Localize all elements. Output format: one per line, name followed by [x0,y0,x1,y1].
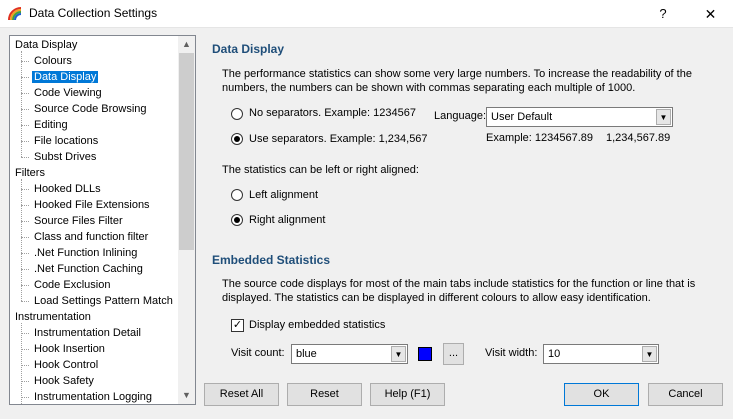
tree-item-label: File locations [34,135,99,147]
tree-group[interactable]: Filters [10,165,47,181]
tree-item-label: Hook Control [34,359,99,371]
visit-width-select[interactable]: 10 ▼ [543,344,659,364]
no-separators-label: No separators. Example: 1234567 [249,107,416,119]
scroll-up-icon[interactable]: ▲ [178,36,195,53]
example-label: Example: 1234567.89 [486,132,594,144]
tree-item-label: Instrumentation Logging [34,391,153,403]
tree-scrollbar[interactable]: ▲ ▼ [178,36,195,404]
alignment-text: The statistics can be left or right alig… [222,164,419,176]
tree-connector [21,323,22,404]
use-separators-radio[interactable] [231,133,243,145]
tree-item-label: Source Files Filter [34,215,123,227]
tree-item[interactable]: Hooked File Extensions [10,197,152,213]
language-select[interactable]: User Default ▼ [486,107,673,127]
settings-tree[interactable]: Data Display Colours Data Display Code View… [9,35,196,405]
tree-item-label: .Net Function Caching [34,263,143,275]
tree-item[interactable]: Load Settings Pattern Match [10,293,175,309]
visit-count-select[interactable]: blue ▼ [291,344,408,364]
tree-item[interactable]: Class and function filter [10,229,150,245]
display-embedded-checkbox[interactable]: ✓ [231,319,244,332]
data-display-heading: Data Display [212,42,285,56]
tree-item[interactable]: Source Code Browsing [10,101,149,117]
tree-item[interactable]: Hook Safety [10,373,96,389]
data-display-description: The performance statistics can show some… [222,68,692,94]
tree-item[interactable]: Code Viewing [10,85,104,101]
chevron-down-icon: ▼ [656,109,671,125]
tree-group[interactable]: Instrumentation [10,309,93,325]
tree-list: Data Display Colours Data Display Code View… [10,36,179,404]
embedded-stats-heading: Embedded Statistics [212,253,331,267]
tree-item-label: Hook Safety [34,375,94,387]
tree-item[interactable]: Hooked DLLs [10,181,103,197]
right-alignment-radio[interactable] [231,214,243,226]
tree-item-label: Hooked File Extensions [34,199,150,211]
tree-item[interactable]: .Net Function Inlining [10,245,139,261]
display-embedded-label: Display embedded statistics [249,319,386,331]
tree-item[interactable]: Data Display [10,69,99,85]
example-value: 1,234,567.89 [606,132,671,144]
help-button[interactable]: Help (F1) [370,383,445,406]
tree-item-label: Source Code Browsing [34,103,147,115]
language-value: User Default [491,111,553,123]
embedded-stats-description: The source code displays for most of the… [222,278,696,304]
tree-item[interactable]: Hook Insertion [10,341,107,357]
tree-item[interactable]: Editing [10,117,70,133]
tree-item-label: Instrumentation [15,311,91,323]
tree-item-label: Hook Insertion [34,343,105,355]
reset-all-button[interactable]: Reset All [204,383,279,406]
tree-connector [21,179,22,301]
tree-item-label: .Net Function Inlining [34,247,138,259]
cancel-button[interactable]: Cancel [648,383,723,406]
close-icon[interactable]: ✕ [688,0,733,28]
reset-button[interactable]: Reset [287,383,362,406]
tree-item[interactable]: File locations [10,133,100,149]
scroll-down-icon[interactable]: ▼ [178,387,195,404]
tree-item[interactable]: Source Files Filter [10,213,125,229]
tree-item-label: Class and function filter [34,231,149,243]
visit-width-value: 10 [548,348,561,360]
title-bar: Data Collection Settings ? ✕ [0,0,733,28]
tree-item[interactable]: Code Exclusion [10,277,112,293]
tree-item-label: Data Display [15,39,78,51]
tree-item[interactable]: Instrumentation Logging [10,389,154,404]
tree-item-label: Editing [34,119,68,131]
tree-item-label: Instrumentation Detail [34,327,141,339]
help-icon[interactable]: ? [646,0,680,28]
tree-connector [21,51,22,157]
tree-item-label: Code Viewing [34,87,102,99]
language-label: Language: [434,110,486,122]
color-swatch[interactable] [418,347,432,361]
tree-item-label: Subst Drives [34,151,97,163]
tree-item-label: Filters [15,167,45,179]
tree-item-label: Data Display [32,71,99,83]
tree-item-label: Colours [34,55,72,67]
chevron-down-icon: ▼ [642,346,657,362]
use-separators-label: Use separators. Example: 1,234,567 [249,133,428,145]
choose-color-button[interactable]: ... [443,343,464,365]
tree-item-label: Code Exclusion [34,279,111,291]
ok-button[interactable]: OK [564,383,639,406]
tree-item[interactable]: .Net Function Caching [10,261,145,277]
tree-item[interactable]: Subst Drives [10,149,98,165]
tree-item-label: Load Settings Pattern Match [34,295,173,307]
tree-item[interactable]: Hook Control [10,357,100,373]
visit-count-label: Visit count: [231,347,285,359]
tree-item[interactable]: Colours [10,53,74,69]
visit-count-value: blue [296,348,317,360]
window-title: Data Collection Settings [29,6,158,20]
scroll-thumb[interactable] [179,53,194,250]
app-icon [8,7,22,21]
tree-item[interactable]: Instrumentation Detail [10,325,143,341]
no-separators-radio[interactable] [231,108,243,120]
left-alignment-radio[interactable] [231,189,243,201]
chevron-down-icon: ▼ [391,346,406,362]
visit-width-label: Visit width: [485,347,538,359]
left-alignment-label: Left alignment [249,189,319,201]
right-alignment-label: Right alignment [249,214,326,226]
tree-item-label: Hooked DLLs [34,183,101,195]
